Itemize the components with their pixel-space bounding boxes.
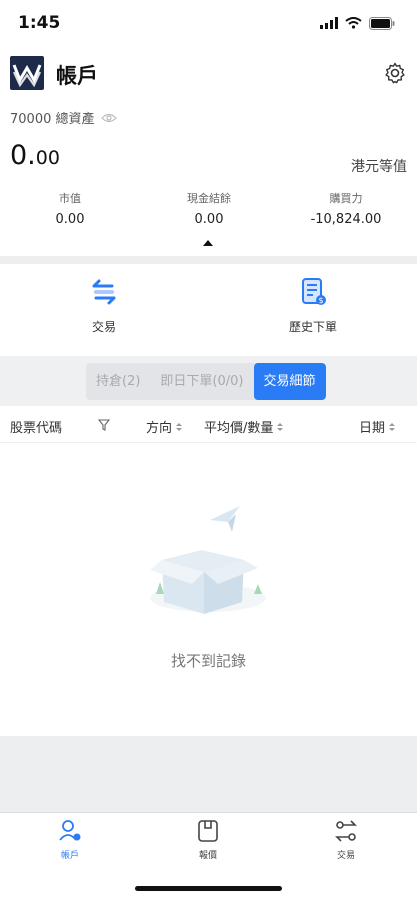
svg-text:$: $ — [318, 296, 323, 305]
total-assets-label: 70000 總資產 — [10, 108, 117, 127]
battery-icon — [369, 16, 395, 30]
bottom-spacer — [0, 736, 417, 812]
swap-arrows-icon — [88, 276, 120, 308]
market-value-label: 市值 — [59, 192, 81, 205]
col-date[interactable]: 日期 — [359, 417, 396, 436]
cash-balance-label: 現金結餘 — [187, 192, 231, 205]
filter-icon[interactable] — [98, 419, 110, 431]
col-avg-price-qty[interactable]: 平均價/數量 — [204, 417, 284, 436]
trade-action-label: 交易 — [91, 320, 116, 334]
quote-icon — [195, 818, 221, 844]
tabbar-account-label: 帳戶 — [60, 851, 79, 861]
wifi-icon — [345, 17, 362, 29]
col-stock-code: 股票代碼 — [10, 417, 62, 436]
market-value: 0.00 — [55, 212, 85, 227]
signal-icon — [320, 17, 338, 29]
eye-icon[interactable] — [100, 113, 117, 123]
divider-band — [0, 256, 417, 264]
amount-integer: 0. — [10, 140, 36, 171]
buying-power-label: 購買力 — [329, 192, 363, 205]
segmented-tabs: 持倉(2) 即日下單(0/0) 交易細節 — [86, 363, 326, 400]
home-indicator — [135, 886, 282, 891]
col-direction[interactable]: 方向 — [146, 417, 183, 436]
col-stock-code-label: 股票代碼 — [10, 421, 63, 436]
empty-box-illustration — [140, 498, 280, 628]
table-header: 股票代碼 方向 平均價/數量 日期 — [0, 408, 417, 443]
total-assets-text: 70000 總資產 — [10, 112, 95, 127]
sort-icon — [277, 422, 284, 431]
app-logo — [10, 56, 44, 90]
buying-power-value: -10,824.00 — [310, 212, 382, 227]
tab-today-orders[interactable]: 即日下單(0/0) — [150, 363, 253, 400]
settings-gear-icon[interactable] — [383, 61, 407, 85]
trade-action-button[interactable]: 交易 — [44, 272, 164, 335]
amount-decimal: 00 — [35, 147, 60, 169]
col-direction-label: 方向 — [146, 421, 173, 436]
cash-balance-value: 0.00 — [194, 212, 224, 227]
order-history-button[interactable]: $ 歷史下單 — [253, 272, 373, 335]
order-history-label: 歷史下單 — [288, 320, 337, 334]
tabbar-account[interactable]: 帳戶 — [30, 818, 110, 861]
sort-icon — [176, 422, 183, 431]
currency-label: 港元等值 — [351, 159, 407, 175]
trade-icon — [333, 818, 359, 844]
history-order-icon: $ — [297, 276, 329, 308]
collapse-arrow-icon[interactable] — [203, 240, 213, 246]
tabbar-quote[interactable]: 報價 — [168, 818, 248, 861]
tabbar-trade[interactable]: 交易 — [306, 818, 386, 861]
account-icon — [57, 818, 83, 844]
col-avg-price-qty-label: 平均價/數量 — [204, 421, 274, 436]
tab-holdings[interactable]: 持倉(2) — [86, 363, 150, 400]
status-time: 1:45 — [18, 13, 61, 33]
page-title: 帳戶 — [56, 64, 98, 88]
sort-icon — [389, 422, 396, 431]
total-amount: 0.00 — [10, 140, 60, 171]
col-date-label: 日期 — [359, 421, 386, 436]
tabbar-quote-label: 報價 — [198, 851, 217, 861]
empty-state-text: 找不到記錄 — [170, 652, 246, 670]
tabbar-trade-label: 交易 — [336, 851, 355, 861]
status-icons — [320, 14, 395, 32]
tab-trade-details[interactable]: 交易細節 — [253, 363, 326, 400]
